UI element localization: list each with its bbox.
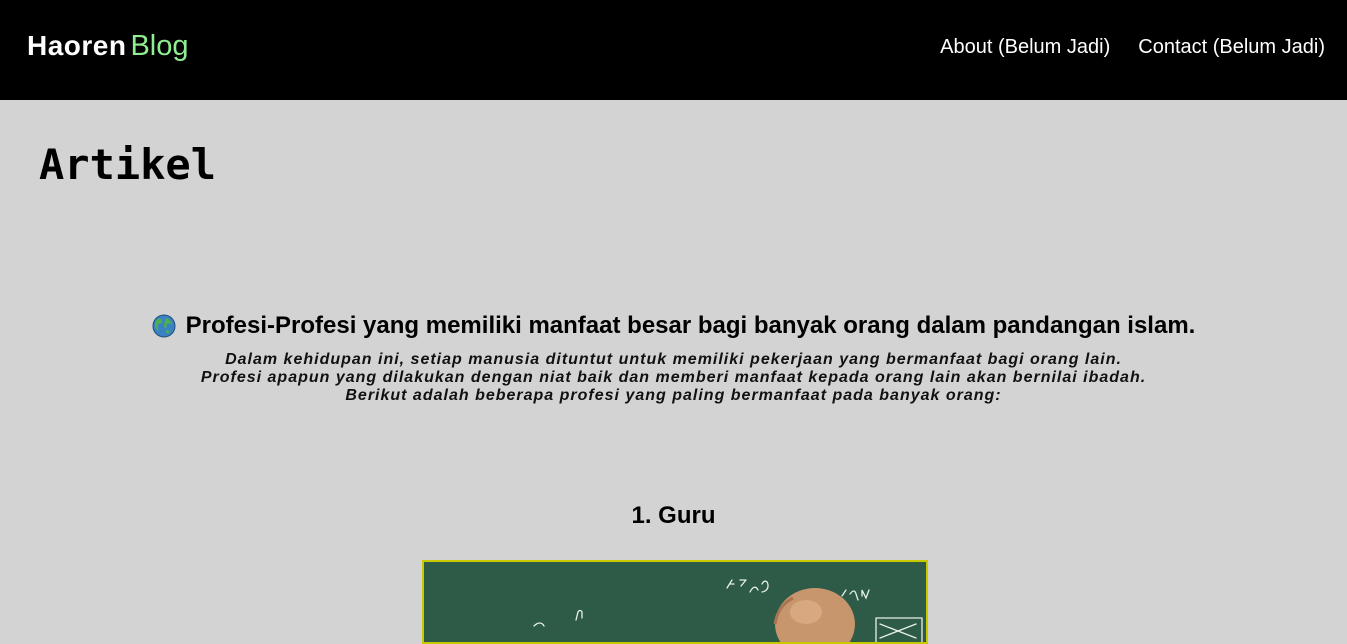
nav-link-about[interactable]: About (Belum Jadi) (940, 36, 1110, 59)
page-title: Artikel (39, 140, 217, 189)
intro-line: Dalam kehidupan ini, setiap manusia ditu… (225, 351, 1122, 368)
navbar: Haoren Blog About (Belum Jadi) Contact (… (0, 0, 1347, 100)
nav-links: About (Belum Jadi) Contact (Belum Jadi) (940, 36, 1325, 59)
brand-name: Haoren (27, 30, 127, 61)
section-heading-guru: 1. Guru (631, 502, 716, 529)
article-intro-text: Dalam kehidupan ini, setiap manusia ditu… (0, 351, 1347, 405)
article-intro: Profesi-Profesi yang memiliki manfaat be… (0, 312, 1347, 405)
article-heading-text: Profesi-Profesi yang memiliki manfaat be… (185, 312, 1196, 339)
intro-line: Profesi apapun yang dilakukan dengan nia… (200, 369, 1147, 386)
site-logo[interactable]: Haoren Blog (27, 30, 189, 70)
nav-link-contact[interactable]: Contact (Belum Jadi) (1138, 36, 1325, 59)
intro-line: Berikut adalah beberapa profesi yang pal… (345, 387, 1002, 404)
guru-image (422, 560, 928, 644)
globe-icon (152, 314, 176, 338)
brand-accent: Blog (130, 30, 189, 62)
article-heading: Profesi-Profesi yang memiliki manfaat be… (152, 312, 1196, 340)
